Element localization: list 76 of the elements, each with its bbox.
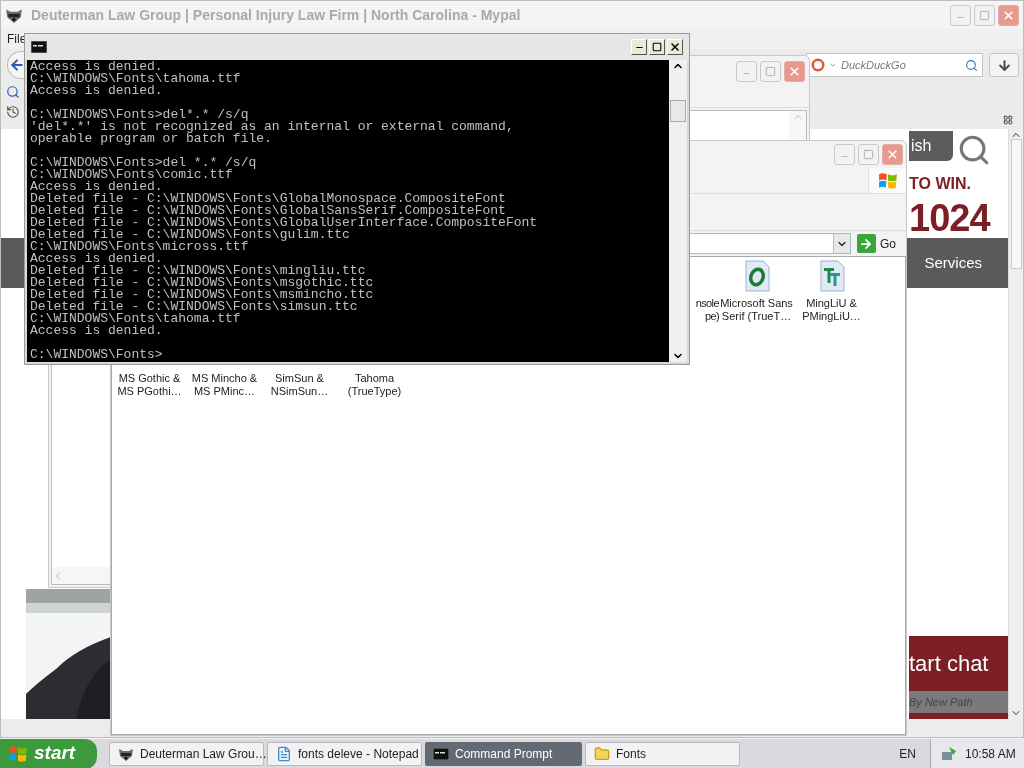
notepad-icon — [276, 745, 292, 762]
file-label[interactable]: nsole pe) — [695, 297, 719, 323]
maximize-icon — [765, 65, 776, 77]
phone-number: 1024 — [909, 199, 992, 237]
close-icon — [886, 148, 899, 161]
taskbar-button[interactable]: Command Prompt — [425, 741, 582, 766]
file-label[interactable]: Tahoma (TrueType) — [337, 372, 412, 398]
search-icon — [965, 58, 978, 72]
console-line: C:\WINDOWS\Fonts\micross.ttf — [30, 241, 249, 253]
font-file-icon — [817, 260, 846, 292]
windows-flag-icon — [8, 743, 28, 764]
console-line: Access is denied. — [30, 325, 163, 337]
back-icon — [8, 57, 25, 73]
console-line: Deleted file - C:\WINDOWS\Fonts\simsun.ttc — [30, 301, 358, 313]
console-icon — [31, 41, 47, 53]
file-label[interactable]: MS Gothic & MS PGothi… — [112, 372, 187, 398]
download-icon — [996, 57, 1012, 73]
search-input[interactable]: DuckDuckGo — [841, 56, 961, 74]
go-button[interactable]: Go — [857, 234, 896, 253]
close-icon — [788, 64, 801, 78]
console-line: Access is denied. — [30, 61, 163, 73]
file-label[interactable]: Microsoft Sans Serif (TrueT… — [719, 297, 794, 323]
console-line: C:\WINDOWS\Fonts\tahoma.ttf — [30, 313, 241, 325]
taskbar-button[interactable]: fonts deleve - Notepad — [267, 741, 422, 766]
console-line: Deleted file - C:\WINDOWS\Fonts\mingliu.ttc — [30, 265, 366, 277]
scroll-thumb[interactable] — [1010, 139, 1022, 269]
console-line: operable program or batch file. — [30, 133, 272, 145]
folder-icon — [594, 745, 610, 762]
language-indicator[interactable]: EN — [899, 744, 916, 763]
search-icon[interactable] — [957, 133, 991, 167]
close-icon — [669, 41, 681, 53]
scroll-thumb[interactable] — [670, 100, 686, 122]
scrollbar[interactable] — [669, 60, 687, 362]
windows-flag-icon — [877, 170, 898, 191]
taskbar-button[interactable]: Fonts — [585, 741, 740, 766]
console-line: C:\WINDOWS\Fonts>del*.* /s/q — [30, 109, 249, 121]
console-line: Deleted file - C:\WINDOWS\Fonts\GlobalMonospace.CompositeFont — [30, 193, 506, 205]
font-file-icon — [742, 260, 771, 292]
clock: 10:58 AM — [965, 745, 1016, 763]
chat-label: tart chat — [909, 650, 990, 678]
dropdown-icon — [829, 61, 837, 69]
download-button[interactable] — [989, 53, 1019, 77]
console-line: Access is denied. — [30, 85, 163, 97]
maximize-icon — [979, 9, 990, 21]
console-line: Deleted file - C:\WINDOWS\Fonts\GlobalUserInterface.CompositeFont — [30, 217, 538, 229]
network-icon[interactable] — [941, 745, 957, 762]
console-icon — [433, 747, 449, 760]
console-line: C:\WINDOWS\Fonts\tahoma.ttf — [30, 73, 241, 85]
grid-icon[interactable] — [1003, 115, 1013, 125]
maximize-icon — [652, 42, 662, 52]
taskbar-button[interactable]: Deuterman Law Grou… — [109, 741, 264, 766]
search-field[interactable]: DuckDuckGo — [806, 53, 983, 77]
console-line: C:\WINDOWS\Fonts>del *.* /s/q — [30, 157, 257, 169]
console-line: Access is denied. — [30, 253, 163, 265]
file-label[interactable]: SimSun & NSimSun… — [262, 372, 337, 398]
file-label[interactable]: MingLiU & PMingLiU… — [794, 297, 869, 323]
console-line: Deleted file - C:\WINDOWS\Fonts\msmincho.ttc — [30, 289, 374, 301]
back-button[interactable] — [7, 51, 25, 79]
console-line: 'del*.*' is not recognized as an internal or external command, — [30, 121, 514, 133]
nav-link[interactable]: Services — [924, 251, 982, 275]
console-line: Access is denied. — [30, 181, 163, 193]
promo-headline: TO WIN. — [909, 175, 972, 193]
console-line: C:\WINDOWS\Fonts\comic.ttf — [30, 169, 233, 181]
maximize-icon — [863, 149, 874, 160]
console-line: Deleted file - C:\WINDOWS\Fonts\GlobalSansSerif.CompositeFont — [30, 205, 506, 217]
console-line: Deleted file - C:\WINDOWS\Fonts\gulim.ttc — [30, 229, 350, 241]
close-icon — [1002, 8, 1015, 22]
start-button[interactable]: start — [0, 738, 97, 768]
console-line: C:\WINDOWS\Fonts> — [30, 349, 163, 361]
window-title: Deuterman Law Group | Personal Injury Law Firm | North Carolina - Mypal — [31, 5, 522, 25]
console-line: Deleted file - C:\WINDOWS\Fonts\msgothic.ttc — [30, 277, 374, 289]
language-tab[interactable]: ish — [909, 131, 953, 161]
history-icon[interactable] — [6, 105, 20, 119]
file-label[interactable]: MS Mincho & MS PMinc… — [187, 372, 262, 398]
duck-icon — [811, 58, 825, 72]
search-icon[interactable] — [6, 85, 20, 99]
